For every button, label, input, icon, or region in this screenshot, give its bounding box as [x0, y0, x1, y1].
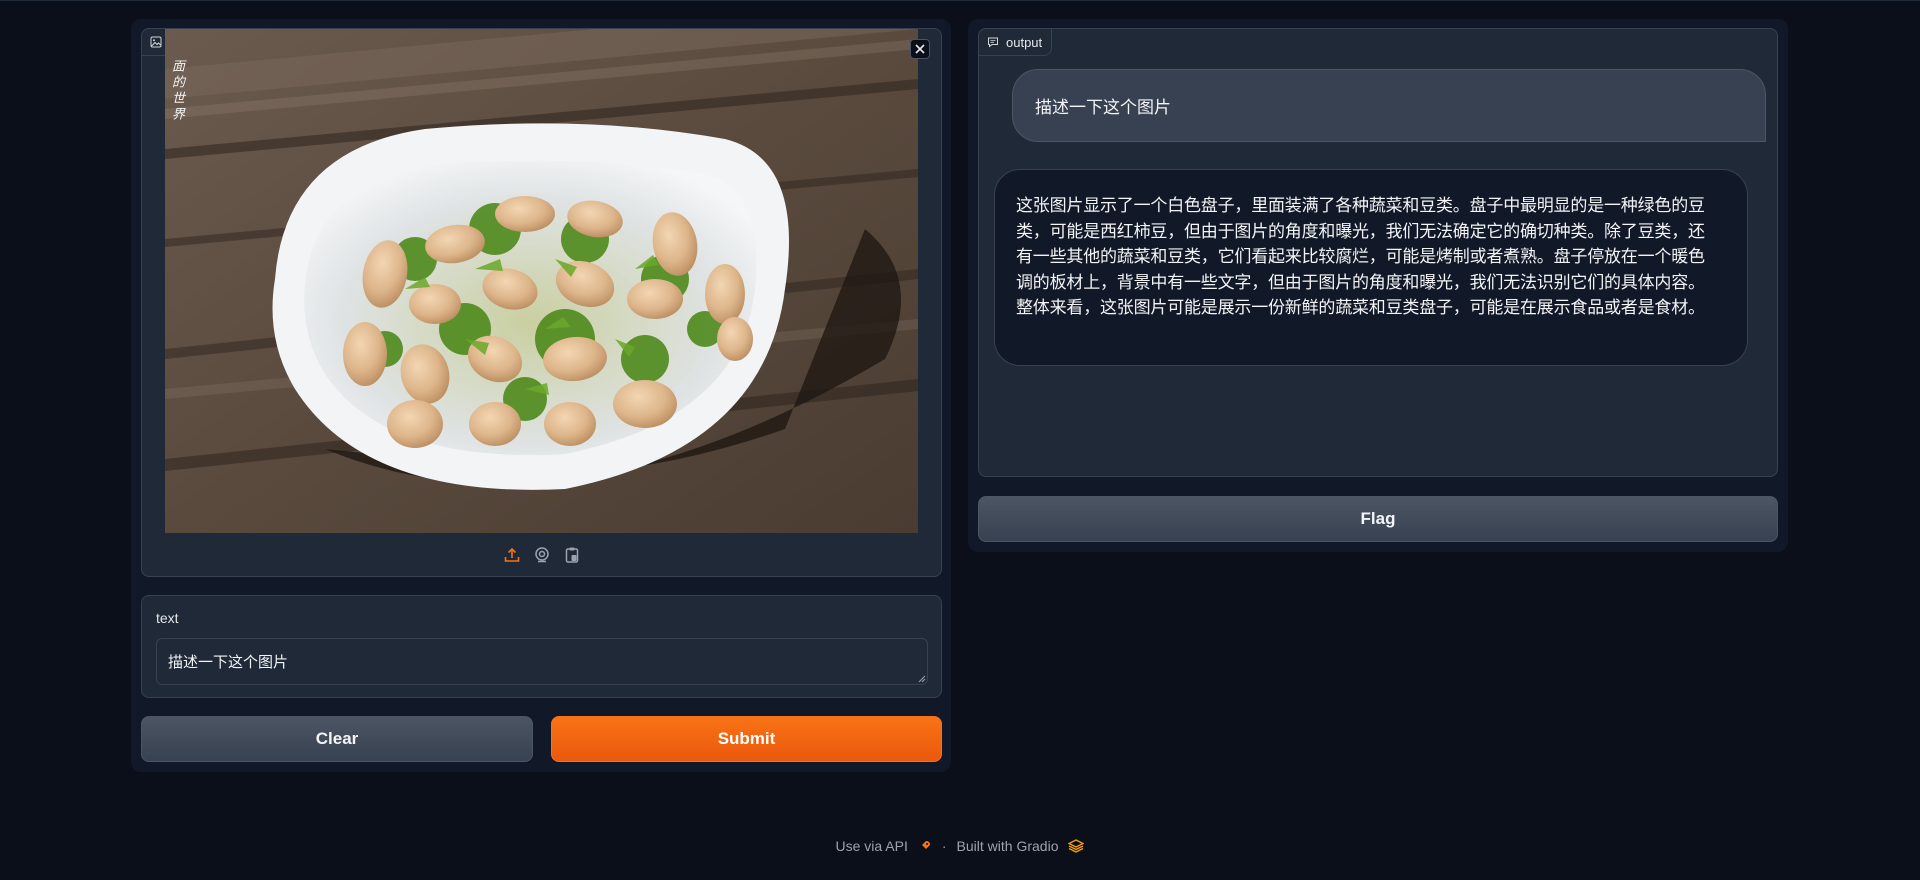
photo-image	[165, 29, 918, 533]
text-label: text	[156, 610, 179, 626]
output-label-chip: output	[978, 28, 1053, 56]
prompt-textarea[interactable]: 描述一下这个图片	[156, 638, 928, 685]
footer-separator: ·	[941, 838, 947, 854]
top-divider	[0, 0, 1920, 1]
submit-button[interactable]: Submit	[551, 716, 942, 762]
close-icon	[915, 44, 925, 54]
clipboard-icon	[565, 547, 579, 563]
text-block: text 描述一下这个图片	[141, 595, 942, 698]
user-message: 描述一下这个图片	[1012, 69, 1766, 142]
upload-icon	[504, 547, 520, 562]
built-with-gradio-link[interactable]: Built with Gradio	[957, 838, 1059, 854]
chat-icon	[988, 37, 998, 48]
chatbot-block: output 描述一下这个图片 这张图片显示了一个白色盘子，里面装满了各种蔬菜和…	[978, 28, 1778, 477]
use-api-link[interactable]: Use via API	[836, 838, 908, 854]
upload-button[interactable]	[502, 545, 522, 565]
image-icon	[150, 36, 162, 48]
rocket-icon	[920, 841, 930, 850]
footer: Use via API · Built with Gradio	[0, 838, 1920, 854]
resize-handle-icon[interactable]	[918, 675, 926, 683]
webcam-button[interactable]	[532, 545, 552, 565]
clipboard-button[interactable]	[562, 545, 582, 565]
bot-message: 这张图片显示了一个白色盘子，里面装满了各种蔬菜和豆类。盘子中最明显的是一种绿色的…	[994, 169, 1748, 366]
remove-image-button[interactable]	[910, 39, 930, 59]
flag-button[interactable]: Flag	[978, 496, 1778, 542]
clear-button[interactable]: Clear	[141, 716, 533, 762]
gradio-logo-icon	[1068, 839, 1085, 853]
webcam-icon	[535, 547, 549, 563]
output-label: output	[1006, 34, 1043, 50]
uploaded-photo: 面的世界	[165, 29, 918, 533]
image-block: image	[141, 28, 942, 577]
photo-overlay-text: 面的世界	[169, 59, 184, 123]
